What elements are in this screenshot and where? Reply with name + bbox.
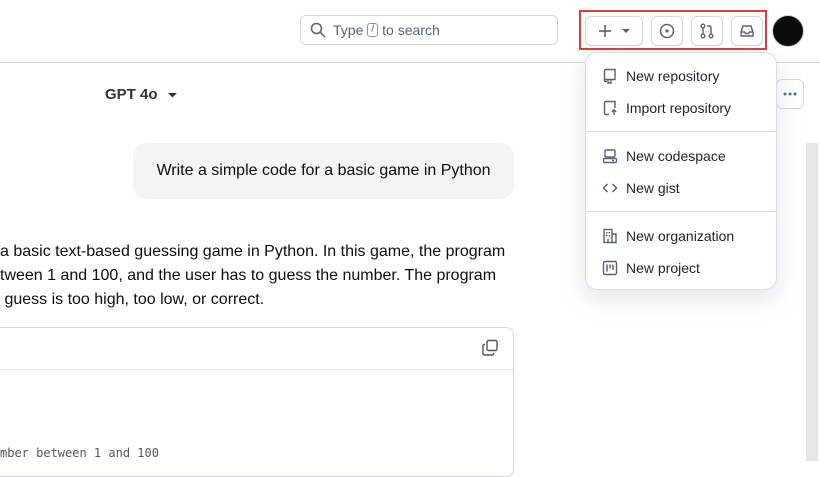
code-text-line: mber between 1 and 100 [0, 446, 159, 460]
menu-item-label: New repository [626, 68, 720, 84]
menu-item-new-organization[interactable]: New organization [586, 221, 776, 251]
response-line: tween 1 and 100, and the user has to gue… [0, 267, 497, 284]
caret-down-icon [167, 92, 177, 98]
menu-item-new-project[interactable]: New project [586, 253, 776, 283]
search-input[interactable]: Type / to search [300, 15, 558, 45]
kebab-horizontal-icon [783, 92, 797, 96]
copy-icon[interactable] [481, 339, 499, 357]
git-pull-request-icon [699, 23, 715, 39]
assistant-response: a basic text-based guessing game in Pyth… [0, 240, 520, 312]
response-line: guess is too high, too low, or correct. [0, 291, 265, 308]
menu-item-label: New project [626, 260, 700, 276]
model-label: GPT 4o [105, 86, 158, 103]
menu-item-import-repository[interactable]: Import repository [586, 93, 776, 123]
pull-requests-button[interactable] [691, 16, 723, 46]
project-icon [602, 260, 618, 276]
response-line: a basic text-based guessing game in Pyth… [0, 243, 506, 260]
inbox-button[interactable] [731, 16, 763, 46]
codespaces-icon [602, 148, 618, 164]
code-icon [602, 180, 618, 196]
menu-item-new-gist[interactable]: New gist [586, 173, 776, 203]
create-new-dropdown: New repository Import repository New cod… [585, 52, 777, 290]
search-icon [310, 22, 326, 38]
issue-opened-icon [659, 23, 675, 39]
menu-item-label: New gist [626, 180, 680, 196]
search-prefix: Type [333, 22, 364, 38]
scrollbar[interactable] [806, 143, 818, 461]
menu-item-label: New organization [626, 228, 735, 244]
menu-divider [586, 211, 776, 212]
repo-icon [602, 68, 618, 84]
menu-divider [586, 131, 776, 132]
create-new-button[interactable] [585, 16, 643, 46]
more-options-button[interactable] [776, 79, 804, 109]
repo-push-icon [602, 100, 618, 116]
inbox-icon [739, 23, 755, 39]
plus-icon [598, 24, 612, 38]
avatar[interactable] [772, 15, 804, 47]
menu-item-label: Import repository [626, 100, 732, 116]
user-message: Write a simple code for a basic game in … [133, 143, 514, 199]
user-message-text: Write a simple code for a basic game in … [156, 162, 491, 179]
menu-item-new-codespace[interactable]: New codespace [586, 141, 776, 171]
model-selector[interactable]: GPT 4o [105, 86, 177, 103]
menu-item-label: New codespace [626, 148, 726, 164]
organization-icon [602, 228, 618, 244]
menu-item-new-repository[interactable]: New repository [586, 61, 776, 91]
search-suffix: to search [382, 22, 440, 38]
issues-button[interactable] [651, 16, 683, 46]
caret-down-icon [622, 28, 630, 34]
code-block-header [0, 328, 513, 370]
search-shortcut-key: / [367, 23, 379, 37]
